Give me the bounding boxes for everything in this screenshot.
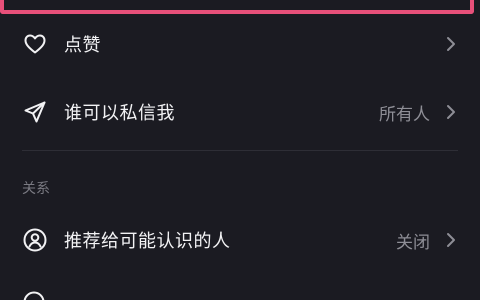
settings-row-label: 谁可以私信我 <box>64 103 175 124</box>
settings-row-likes[interactable]: 点赞 <box>0 16 480 72</box>
settings-row-value: 所有人 <box>379 104 430 125</box>
next-row-icon <box>23 291 45 300</box>
section-title-relations: 关系 <box>22 181 50 197</box>
chevron-right-icon <box>447 105 455 119</box>
chevron-right-icon <box>447 233 455 247</box>
chevron-right-icon <box>447 37 455 51</box>
settings-row-value: 关闭 <box>396 232 430 253</box>
highlight-frame <box>0 0 474 14</box>
settings-row-label: 点赞 <box>64 35 101 56</box>
heart-icon <box>22 31 48 57</box>
person-circle-icon <box>22 227 48 253</box>
paper-plane-icon <box>22 99 48 125</box>
divider <box>22 150 458 151</box>
settings-row-who-can-message[interactable]: 谁可以私信我 所有人 <box>0 84 480 140</box>
settings-row-recommend-to-contacts[interactable]: 推荐给可能认识的人 关闭 <box>0 212 480 268</box>
settings-row-label: 推荐给可能认识的人 <box>64 231 231 252</box>
privacy-settings-screen: 点赞 谁可以私信我 所有人 关系 推荐给可能认识的人 关闭 <box>0 0 480 300</box>
